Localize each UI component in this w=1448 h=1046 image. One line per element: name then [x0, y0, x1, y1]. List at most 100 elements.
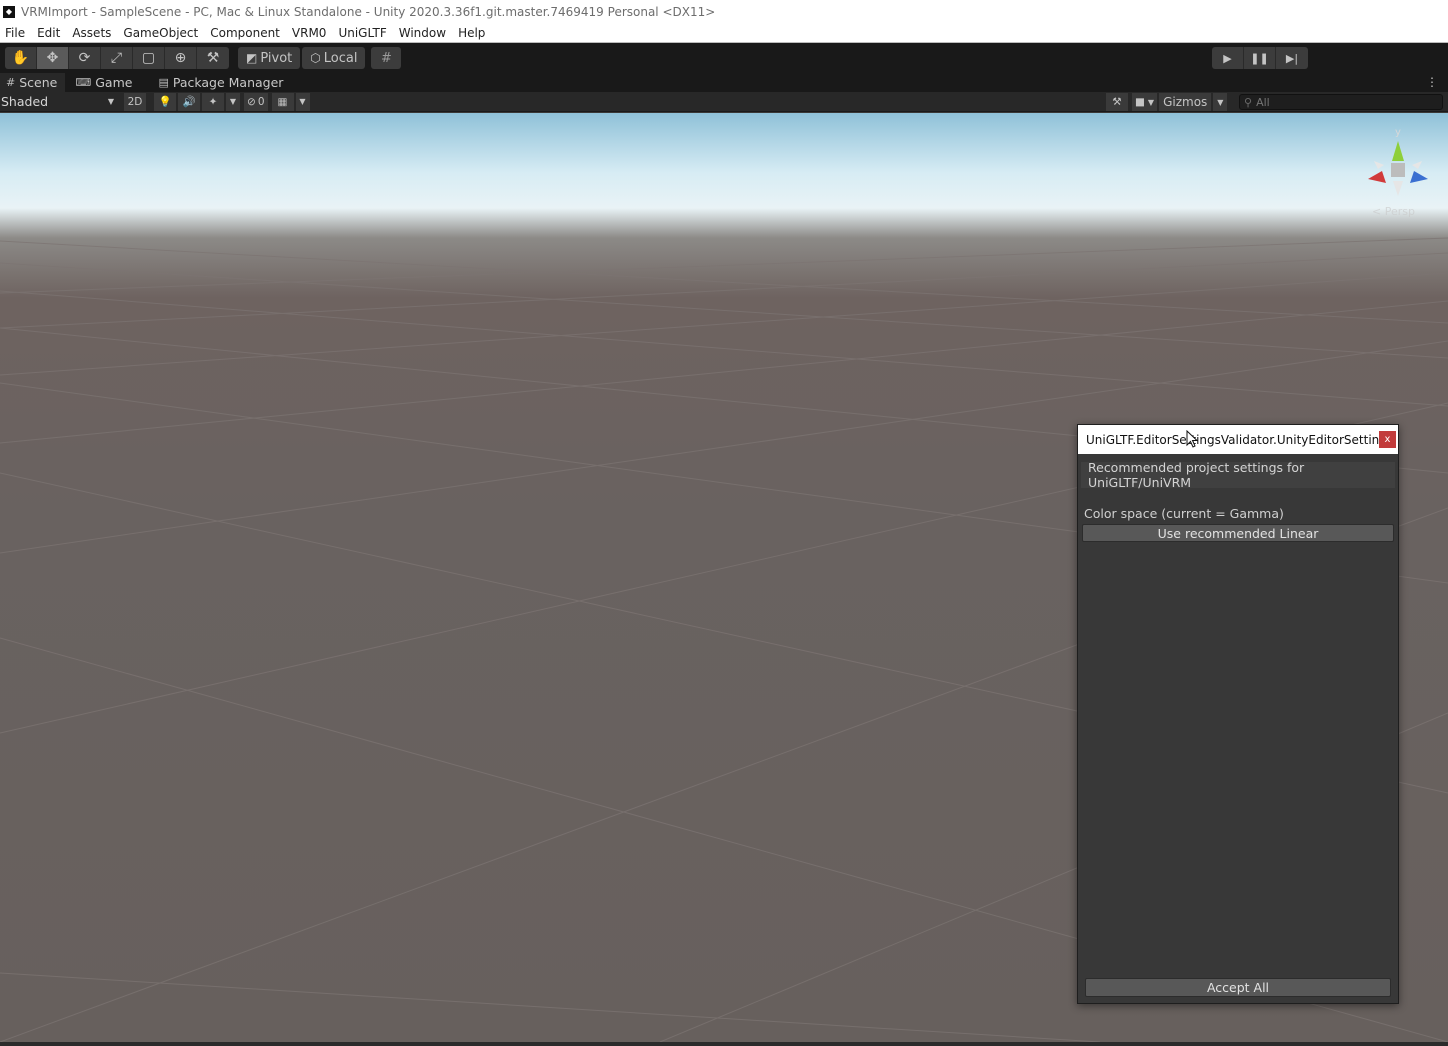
menu-window[interactable]: Window	[394, 26, 453, 40]
axis-y-label: y	[1395, 127, 1401, 138]
hidden-count: 0	[257, 95, 265, 108]
rect-tool-button[interactable]: ▢	[133, 47, 165, 69]
play-button[interactable]: ▶	[1212, 47, 1244, 69]
projection-label[interactable]: < Persp	[1372, 205, 1415, 218]
step-icon: ▶|	[1285, 51, 1299, 65]
pivot-toggle[interactable]: ◩ Pivot	[238, 47, 301, 69]
lighting-toggle[interactable]: 💡	[154, 92, 176, 111]
gizmo-center-cube[interactable]	[1391, 163, 1405, 177]
validator-heading-text: Recommended project settings for UniGLTF…	[1088, 460, 1305, 490]
chevron-down-icon: ▼	[229, 97, 237, 106]
tab-game[interactable]: ⌨ Game	[69, 73, 140, 92]
scale-tool-button[interactable]: ⤢	[101, 47, 133, 69]
scene-right-controls: ⚒ ■ ▼ Gizmos ▼	[1104, 93, 1228, 111]
validator-title: UniGLTF.EditorSettingsValidator.UnityEdi…	[1086, 432, 1379, 447]
scene-toolbar: Shaded ▼ 2D 💡 🔊 ✦ ▼ ⊘ 0 ▦ ▼ ⚒ ■ ▼ Gizmos…	[0, 92, 1448, 112]
gizmos-label: Gizmos	[1163, 95, 1208, 109]
validator-titlebar[interactable]: UniGLTF.EditorSettingsValidator.UnityEdi…	[1078, 425, 1398, 454]
chevron-down-icon: ▼	[299, 97, 306, 106]
transform-icon: ⊕	[174, 50, 187, 66]
axis-neg-y-cone[interactable]	[1393, 181, 1403, 196]
tools-icon: ⚒	[1112, 96, 1122, 108]
play-icon: ▶	[1223, 51, 1232, 65]
audio-toggle[interactable]: 🔊	[178, 92, 200, 111]
window-titlebar: ◆ VRMImport - SampleScene - PC, Mac & Li…	[0, 0, 1448, 23]
menu-unigltf[interactable]: UniGLTF	[333, 26, 393, 40]
axis-z-cone[interactable]	[1410, 171, 1428, 183]
use-linear-button-label: Use recommended Linear	[1157, 525, 1319, 541]
hidden-objects-toggle[interactable]: ⊘ 0	[244, 92, 268, 111]
toggle-2d-button[interactable]: 2D	[124, 92, 146, 111]
menu-bar: File Edit Assets GameObject Component VR…	[0, 23, 1448, 43]
axis-neg-x-cone[interactable]	[1412, 161, 1422, 169]
bottom-strip	[0, 1042, 1448, 1046]
unity-logo-icon: ◆	[3, 5, 15, 18]
tab-scene-label: Scene	[19, 75, 58, 90]
search-icon: ⚲	[1244, 95, 1253, 109]
draw-mode-value: Shaded	[1, 94, 49, 109]
pause-icon: ❚❚	[1250, 51, 1269, 65]
custom-tool-button[interactable]: ⚒	[197, 47, 229, 69]
main-toolbar: ✋ ✥ ⟳ ⤢ ▢ ⊕ ⚒ ◩ Pivot ⬡ Local # ▶ ❚❚ ▶|	[0, 43, 1448, 73]
scene-grid-icon: #	[6, 76, 16, 89]
menu-vrm0[interactable]: VRM0	[287, 26, 334, 40]
accept-all-button[interactable]: Accept All	[1085, 978, 1391, 997]
gizmos-button[interactable]: Gizmos	[1159, 93, 1212, 111]
transform-tool-button[interactable]: ⊕	[165, 47, 197, 69]
validator-heading: Recommended project settings for UniGLTF…	[1081, 460, 1395, 490]
grid-toggle[interactable]: ▦	[271, 92, 294, 111]
camera-settings-button[interactable]: ■ ▼	[1132, 93, 1158, 111]
tab-game-label: Game	[95, 75, 133, 90]
menu-gameobject[interactable]: GameObject	[118, 26, 205, 40]
draw-mode-dropdown[interactable]: Shaded ▼	[0, 93, 118, 111]
kebab-menu-icon[interactable]: ⋮	[1426, 75, 1438, 89]
window-title: VRMImport - SampleScene - PC, Mac & Linu…	[21, 4, 716, 19]
tools-icon: ⚒	[206, 50, 220, 66]
grid-dropdown[interactable]: ▼	[295, 92, 310, 111]
transform-tools: ✋ ✥ ⟳ ⤢ ▢ ⊕ ⚒	[5, 47, 229, 69]
chevron-down-icon: ▼	[1217, 97, 1224, 107]
settings-validator-window: UniGLTF.EditorSettingsValidator.UnityEdi…	[1077, 424, 1399, 1004]
tab-scene[interactable]: # Scene	[0, 73, 66, 92]
menu-file[interactable]: File	[0, 26, 32, 40]
grid-icon: ▦	[277, 95, 288, 108]
tab-package-manager[interactable]: ▤ Package Manager	[152, 73, 291, 92]
menu-assets[interactable]: Assets	[67, 26, 118, 40]
cube-icon: ⬡	[310, 51, 321, 65]
rect-icon: ▢	[141, 50, 156, 66]
effects-toggle[interactable]: ✦	[202, 92, 224, 111]
scene-search-input[interactable]	[1256, 95, 1437, 109]
grid-snap-icon: #	[381, 50, 392, 66]
effects-dropdown[interactable]: ▼	[226, 92, 240, 111]
close-button[interactable]: x	[1379, 431, 1396, 448]
rotate-tool-button[interactable]: ⟳	[69, 47, 101, 69]
move-tool-button[interactable]: ✥	[37, 47, 69, 69]
mouse-cursor-icon	[1186, 430, 1198, 448]
grid-snap-button[interactable]: #	[371, 47, 402, 69]
gamepad-icon: ⌨	[75, 76, 92, 89]
package-icon: ▤	[158, 76, 169, 89]
view-tabs: # Scene ⌨ Game ▤ Package Manager ⋮	[0, 73, 1448, 92]
scene-search-box[interactable]: ⚲	[1239, 94, 1443, 110]
hand-tool-button[interactable]: ✋	[5, 47, 37, 69]
local-label: Local	[323, 50, 358, 66]
menu-help[interactable]: Help	[453, 26, 492, 40]
menu-edit[interactable]: Edit	[32, 26, 67, 40]
close-icon: x	[1384, 434, 1391, 445]
mode-2d-label: 2D	[127, 95, 143, 108]
pivot-icon: ◩	[246, 51, 258, 65]
axis-neg-z-cone[interactable]	[1374, 161, 1384, 169]
tab-package-manager-label: Package Manager	[172, 75, 284, 90]
chevron-down-icon: ▼	[107, 97, 114, 106]
gizmos-dropdown[interactable]: ▼	[1213, 93, 1228, 111]
local-toggle[interactable]: ⬡ Local	[302, 47, 366, 69]
menu-component[interactable]: Component	[205, 26, 287, 40]
use-recommended-linear-button[interactable]: Use recommended Linear	[1082, 524, 1394, 542]
tools-overlay-button[interactable]: ⚒	[1106, 93, 1128, 111]
step-button[interactable]: ▶|	[1276, 47, 1308, 69]
pivot-label: Pivot	[260, 50, 293, 66]
axis-x-cone[interactable]	[1368, 171, 1386, 183]
color-space-label: Color space (current = Gamma)	[1084, 506, 1284, 521]
pause-button[interactable]: ❚❚	[1244, 47, 1276, 69]
axis-y-cone[interactable]	[1392, 141, 1404, 161]
